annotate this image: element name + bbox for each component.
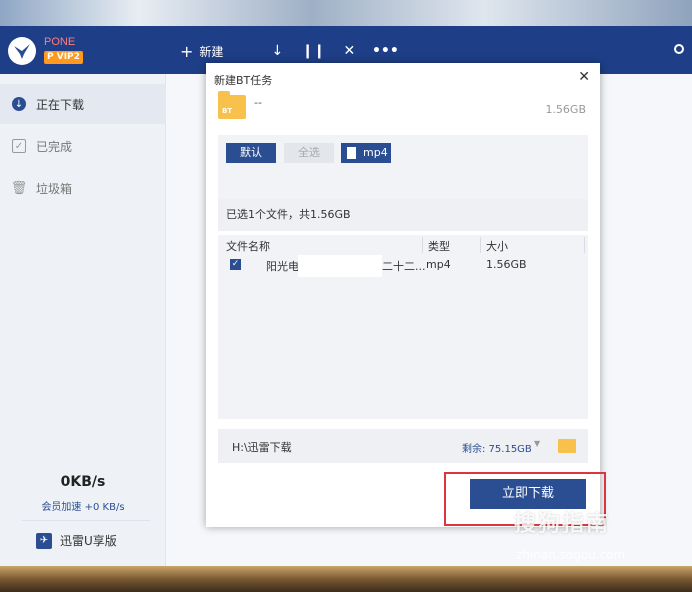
speed-panel: 0KB/s 会员加速 +0 KB/s — [0, 474, 166, 513]
save-path-bar: H:\迅雷下载 剩余: 75.15GB ▼ — [218, 429, 588, 463]
file-filter-area: 默认 全选 mp4 — [218, 135, 588, 199]
close-icon[interactable]: ✕ — [578, 69, 590, 85]
folder-icon[interactable] — [558, 439, 576, 453]
table-row[interactable]: ✓ 阳光电 二十二... mp4 1.56GB — [218, 255, 588, 277]
default-filter-button[interactable]: 默认 — [226, 143, 276, 163]
download-circle-icon: ↓ — [12, 97, 26, 111]
brand-name: PONE — [44, 36, 76, 48]
sidebar-item-completed[interactable]: ✓ 已完成 — [0, 126, 166, 166]
sidebar-item-downloading[interactable]: ↓ 正在下载 — [0, 84, 166, 124]
vip-badge: P VIP2 — [44, 51, 83, 64]
trash-icon: 🗑 — [10, 180, 28, 196]
dialog-title: 新建BT任务 — [214, 74, 273, 87]
file-name-suffix: 二十二... — [382, 260, 426, 273]
sidebar-item-trash[interactable]: 🗑 垃圾箱 — [0, 168, 166, 208]
column-divider — [480, 237, 481, 253]
new-task-label: 新建 — [199, 44, 224, 59]
circle-icon[interactable] — [674, 44, 684, 54]
sidebar-item-label: 垃圾箱 — [36, 181, 73, 196]
chevron-down-icon[interactable]: ▼ — [534, 439, 540, 448]
download-arrow-icon[interactable]: ↓ — [259, 43, 295, 59]
bt-folder-icon: BT — [218, 91, 246, 119]
toolbar: + 新建 ↓ ❙❙ ✕ ••• — [180, 40, 403, 62]
file-type: mp4 — [426, 258, 451, 271]
watermark-text: 搜狗指南 — [514, 512, 611, 537]
file-size: 1.56GB — [486, 258, 527, 271]
u-version-label: 迅雷U享版 — [60, 534, 117, 548]
file-list-header: 文件名称 类型 大小 — [218, 235, 588, 255]
new-bt-task-dialog: 新建BT任务 ✕ BT -- 1.56GB 默认 全选 mp4 已选1个文件，共… — [206, 63, 600, 527]
mp4-filter-label: mp4 — [363, 146, 388, 159]
file-icon — [347, 147, 356, 159]
thunder-logo-icon — [8, 37, 36, 65]
account-brand[interactable]: PONE P VIP2 — [44, 36, 83, 64]
column-divider — [584, 237, 585, 253]
more-dots-icon[interactable]: ••• — [367, 43, 403, 59]
column-divider — [422, 237, 423, 253]
free-space: 剩余: 75.15GB — [462, 444, 532, 455]
pause-icon[interactable]: ❙❙ — [295, 43, 331, 59]
desktop-background-bottom — [0, 566, 692, 592]
column-size: 大小 — [486, 240, 508, 253]
bt-folder-badge: BT — [222, 107, 233, 115]
file-list: 文件名称 类型 大小 ✓ 阳光电 二十二... mp4 1.56GB — [218, 235, 588, 419]
selection-summary: 已选1个文件，共1.56GB — [218, 199, 588, 231]
sidebar-item-label: 已完成 — [36, 139, 73, 154]
close-icon[interactable]: ✕ — [331, 43, 367, 59]
task-size: 1.56GB — [545, 103, 586, 116]
sidebar: ↓ 正在下载 ✓ 已完成 🗑 垃圾箱 0KB/s 会员加速 +0 KB/s ✈ … — [0, 74, 166, 566]
mp4-filter-button[interactable]: mp4 — [341, 143, 391, 163]
save-path[interactable]: H:\迅雷下载 — [232, 439, 292, 455]
watermark-url: zhinan.sogou.com — [516, 548, 626, 562]
file-checkbox[interactable]: ✓ — [230, 259, 241, 270]
task-name: -- — [254, 96, 262, 109]
column-name: 文件名称 — [226, 240, 270, 253]
sidebar-item-label: 正在下载 — [36, 97, 85, 112]
sidebar-divider — [22, 520, 150, 521]
bird-icon: ✈ — [36, 532, 52, 549]
check-box-icon: ✓ — [12, 139, 26, 153]
vip-speed-boost[interactable]: 会员加速 +0 KB/s — [0, 498, 166, 513]
column-type: 类型 — [428, 240, 450, 253]
plus-icon: + — [180, 41, 194, 61]
download-speed: 0KB/s — [60, 474, 106, 490]
file-name-prefix: 阳光电 — [266, 260, 299, 273]
new-task-button[interactable]: + 新建 — [180, 42, 223, 61]
select-all-button[interactable]: 全选 — [284, 143, 334, 163]
u-version-link[interactable]: ✈ 迅雷U享版 — [36, 532, 117, 549]
redacted-area — [298, 255, 382, 277]
